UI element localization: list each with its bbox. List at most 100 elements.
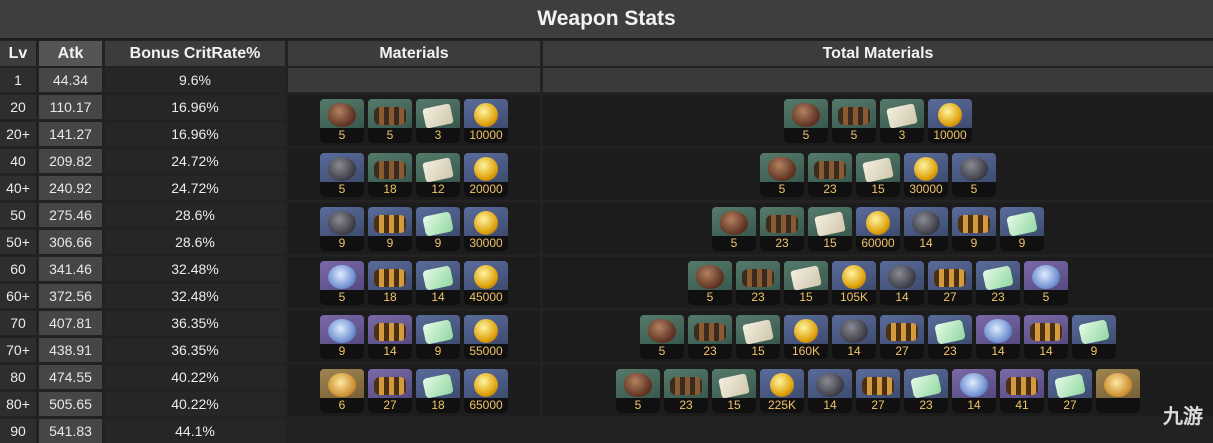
material-item[interactable]: 15 xyxy=(712,368,756,413)
material-item[interactable]: 14 xyxy=(832,314,876,359)
material-item[interactable]: 23 xyxy=(904,368,948,413)
material-item[interactable]: 9 xyxy=(952,206,996,251)
material-count: 9 xyxy=(320,235,364,251)
row-lv: 50 xyxy=(0,203,36,227)
blue-disc-icon xyxy=(1032,264,1060,289)
material-item[interactable]: 14 xyxy=(416,260,460,305)
material-item[interactable]: 20000 xyxy=(464,152,508,197)
grey-ore-icon xyxy=(960,156,988,181)
material-item[interactable]: 9 xyxy=(320,314,364,359)
gold-bolt-icon xyxy=(374,322,406,341)
green-scroll-icon xyxy=(422,264,454,291)
material-item[interactable]: 45000 xyxy=(464,260,508,305)
material-item[interactable]: 9 xyxy=(320,206,364,251)
material-item[interactable]: 60000 xyxy=(856,206,900,251)
coin-icon xyxy=(842,264,866,289)
material-item[interactable]: 23 xyxy=(736,260,780,305)
green-orb-icon xyxy=(422,372,454,399)
grey-ore-icon xyxy=(328,156,356,181)
grey-ore-icon xyxy=(912,210,940,235)
material-item[interactable]: 5 xyxy=(616,368,660,413)
brown-ore-icon xyxy=(624,372,652,397)
material-item[interactable]: 5 xyxy=(952,152,996,197)
material-item[interactable]: 55000 xyxy=(464,314,508,359)
material-item[interactable]: 160K xyxy=(784,314,828,359)
material-item[interactable]: 5 xyxy=(1024,260,1068,305)
total-materials-cell: 5 23 15 225K 14 27 23 14 41 27 xyxy=(543,365,1213,416)
material-item[interactable]: 15 xyxy=(784,260,828,305)
blue-disc-icon xyxy=(984,318,1012,343)
material-item[interactable]: 5 xyxy=(760,152,804,197)
material-item[interactable]: 5 xyxy=(320,98,364,143)
material-count: 27 xyxy=(368,397,412,413)
material-item[interactable]: 5 xyxy=(784,98,828,143)
material-item[interactable]: 15 xyxy=(808,206,852,251)
material-item[interactable]: 6 xyxy=(320,368,364,413)
material-item[interactable]: 225K xyxy=(760,368,804,413)
material-item[interactable]: 18 xyxy=(368,152,412,197)
material-item[interactable]: 5 xyxy=(368,98,412,143)
material-item[interactable]: 23 xyxy=(760,206,804,251)
material-item[interactable]: 14 xyxy=(808,368,852,413)
material-item[interactable]: 23 xyxy=(664,368,708,413)
material-item[interactable]: 10000 xyxy=(464,98,508,143)
material-item[interactable]: 14 xyxy=(952,368,996,413)
material-count: 105K xyxy=(832,289,876,305)
material-count: 5 xyxy=(760,181,804,197)
dark-bolt-icon xyxy=(838,106,870,125)
material-item[interactable]: 23 xyxy=(808,152,852,197)
row-lv: 80 xyxy=(0,365,36,389)
material-item[interactable]: 5 xyxy=(320,260,364,305)
material-item[interactable]: 65000 xyxy=(464,368,508,413)
material-item[interactable]: 9 xyxy=(1000,206,1044,251)
material-item[interactable]: 27 xyxy=(880,314,924,359)
material-item[interactable]: 15 xyxy=(736,314,780,359)
white-scroll-icon xyxy=(886,102,918,129)
material-item[interactable]: 27 xyxy=(1048,368,1092,413)
material-item[interactable]: 9 xyxy=(416,206,460,251)
material-item[interactable]: 5 xyxy=(712,206,756,251)
material-count: 27 xyxy=(880,343,924,359)
material-item[interactable]: 23 xyxy=(976,260,1020,305)
material-item[interactable]: 12 xyxy=(416,152,460,197)
material-item[interactable]: 27 xyxy=(928,260,972,305)
material-count: 5 xyxy=(320,289,364,305)
material-item[interactable] xyxy=(1096,368,1140,413)
material-item[interactable]: 5 xyxy=(640,314,684,359)
material-item[interactable]: 14 xyxy=(1024,314,1068,359)
material-item[interactable]: 23 xyxy=(928,314,972,359)
material-item[interactable]: 10000 xyxy=(928,98,972,143)
material-item[interactable]: 105K xyxy=(832,260,876,305)
material-item[interactable]: 41 xyxy=(1000,368,1044,413)
material-item[interactable]: 5 xyxy=(688,260,732,305)
materials-cell: 5 18 12 20000 xyxy=(288,149,540,200)
material-count: 14 xyxy=(904,235,948,251)
material-item[interactable]: 3 xyxy=(880,98,924,143)
brown-ore-icon xyxy=(792,102,820,127)
material-item[interactable]: 14 xyxy=(904,206,948,251)
row-crit-rate: 24.72% xyxy=(105,176,285,200)
row-atk: 240.92 xyxy=(39,176,102,200)
material-item[interactable]: 5 xyxy=(832,98,876,143)
material-item[interactable]: 27 xyxy=(368,368,412,413)
material-item[interactable]: 23 xyxy=(688,314,732,359)
row-lv: 90 xyxy=(0,419,36,443)
material-item[interactable]: 30000 xyxy=(464,206,508,251)
material-item[interactable]: 27 xyxy=(856,368,900,413)
material-item[interactable]: 18 xyxy=(416,368,460,413)
material-item[interactable]: 14 xyxy=(976,314,1020,359)
material-item[interactable]: 30000 xyxy=(904,152,948,197)
coin-icon xyxy=(770,372,794,397)
material-item[interactable]: 9 xyxy=(1072,314,1116,359)
material-item[interactable]: 5 xyxy=(320,152,364,197)
material-item[interactable]: 3 xyxy=(416,98,460,143)
material-item[interactable]: 9 xyxy=(368,206,412,251)
material-item[interactable]: 15 xyxy=(856,152,900,197)
material-item[interactable]: 14 xyxy=(880,260,924,305)
total-materials-cell: 5 23 15 60000 14 9 9 xyxy=(543,203,1213,254)
material-item[interactable]: 9 xyxy=(416,314,460,359)
coin-icon xyxy=(474,156,498,181)
material-item[interactable]: 18 xyxy=(368,260,412,305)
material-item[interactable]: 14 xyxy=(368,314,412,359)
material-count: 9 xyxy=(952,235,996,251)
